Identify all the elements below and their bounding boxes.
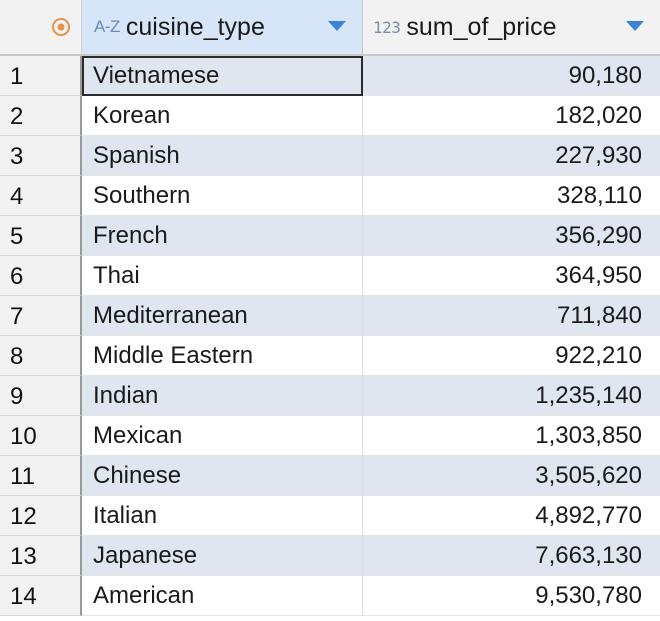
cell-sum-of-price[interactable]: 4,892,770 [363,496,660,536]
result-grid: A-Z cuisine_type 123 sum_of_price 1 Vietn… [0,0,660,616]
cell-sum-of-price[interactable]: 9,530,780 [363,576,660,616]
numeric-type-icon: 123 [373,17,401,37]
cell-cuisine-type[interactable]: Italian [82,496,363,536]
text-type-icon: A-Z [94,17,120,36]
column-header-sum-of-price[interactable]: 123 sum_of_price [363,0,660,54]
cell-cuisine-type[interactable]: Indian [82,376,363,416]
table-row[interactable]: 5 French 356,290 [0,216,660,256]
cell-sum-of-price[interactable]: 227,930 [363,136,660,176]
row-number[interactable]: 2 [0,96,82,136]
cell-cuisine-type[interactable]: Korean [82,96,363,136]
row-number[interactable]: 4 [0,176,82,216]
cell-sum-of-price[interactable]: 356,290 [363,216,660,256]
table-row[interactable]: 4 Southern 328,110 [0,176,660,216]
cell-sum-of-price[interactable]: 182,020 [363,96,660,136]
cell-cuisine-type[interactable]: Middle Eastern [82,336,363,376]
target-icon [52,18,70,36]
cell-cuisine-type[interactable]: American [82,576,363,616]
row-number[interactable]: 8 [0,336,82,376]
cell-sum-of-price[interactable]: 922,210 [363,336,660,376]
cell-sum-of-price[interactable]: 3,505,620 [363,456,660,496]
cell-cuisine-type[interactable]: Spanish [82,136,363,176]
row-number[interactable]: 14 [0,576,82,616]
row-number[interactable]: 11 [0,456,82,496]
cell-sum-of-price[interactable]: 90,180 [363,56,660,96]
row-number[interactable]: 10 [0,416,82,456]
column-name: cuisine_type [125,12,265,41]
row-number[interactable]: 1 [0,56,82,96]
table-row[interactable]: 6 Thai 364,950 [0,256,660,296]
row-number[interactable]: 13 [0,536,82,576]
cell-sum-of-price[interactable]: 1,235,140 [363,376,660,416]
cell-sum-of-price[interactable]: 711,840 [363,296,660,336]
table-row[interactable]: 7 Mediterranean 711,840 [0,296,660,336]
cell-cuisine-type[interactable]: Vietnamese [82,56,363,96]
row-number[interactable]: 12 [0,496,82,536]
cell-cuisine-type[interactable]: French [82,216,363,256]
column-menu-arrow-icon[interactable] [626,21,644,31]
cell-cuisine-type[interactable]: Thai [82,256,363,296]
cell-sum-of-price[interactable]: 364,950 [363,256,660,296]
cell-cuisine-type[interactable]: Mediterranean [82,296,363,336]
select-all-corner[interactable] [0,0,82,54]
row-number[interactable]: 6 [0,256,82,296]
table-row[interactable]: 12 Italian 4,892,770 [0,496,660,536]
column-name: sum_of_price [406,12,557,41]
table-row[interactable]: 10 Mexican 1,303,850 [0,416,660,456]
table-row[interactable]: 8 Middle Eastern 922,210 [0,336,660,376]
grid-body: 1 Vietnamese 90,180 2 Korean 182,020 3 Spanish 2… [0,56,660,616]
row-number[interactable]: 7 [0,296,82,336]
table-row[interactable]: 14 American 9,530,780 [0,576,660,616]
table-row[interactable]: 3 Spanish 227,930 [0,136,660,176]
table-row[interactable]: 9 Indian 1,235,140 [0,376,660,416]
table-row[interactable]: 1 Vietnamese 90,180 [0,56,660,96]
row-number[interactable]: 3 [0,136,82,176]
cell-cuisine-type[interactable]: Chinese [82,456,363,496]
cell-sum-of-price[interactable]: 7,663,130 [363,536,660,576]
table-row[interactable]: 13 Japanese 7,663,130 [0,536,660,576]
column-menu-arrow-icon[interactable] [328,21,346,31]
cell-sum-of-price[interactable]: 328,110 [363,176,660,216]
cell-sum-of-price[interactable]: 1,303,850 [363,416,660,456]
column-header-cuisine-type[interactable]: A-Z cuisine_type [82,0,363,54]
cell-cuisine-type[interactable]: Japanese [82,536,363,576]
table-row[interactable]: 2 Korean 182,020 [0,96,660,136]
table-row[interactable]: 11 Chinese 3,505,620 [0,456,660,496]
cell-cuisine-type[interactable]: Mexican [82,416,363,456]
row-number[interactable]: 9 [0,376,82,416]
cell-cuisine-type[interactable]: Southern [82,176,363,216]
row-number[interactable]: 5 [0,216,82,256]
grid-header: A-Z cuisine_type 123 sum_of_price [0,0,660,56]
